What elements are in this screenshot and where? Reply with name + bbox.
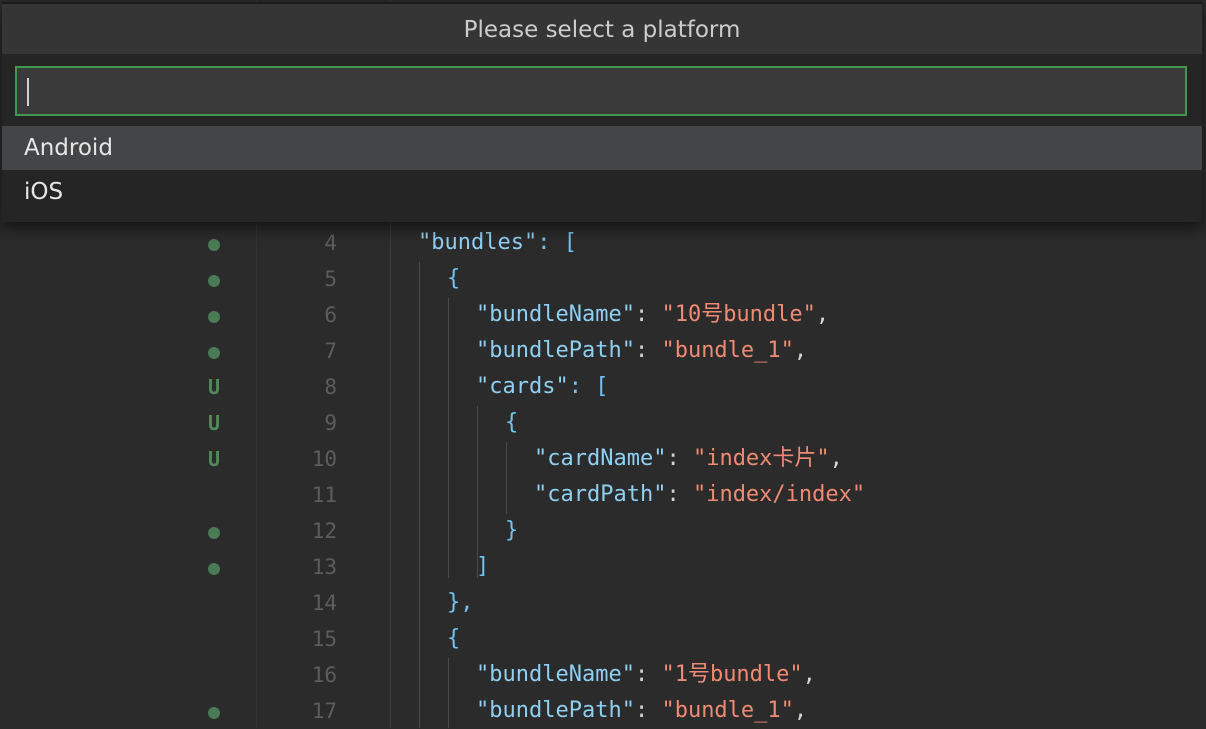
git-untracked-marker: U — [207, 375, 221, 399]
code-line[interactable]: 16 "bundleName": "1号bundle", — [0, 657, 1206, 693]
line-number: 7 — [324, 339, 337, 363]
quick-pick-title: Please select a platform — [2, 4, 1202, 54]
line-number: 8 — [324, 375, 337, 399]
git-modified-dot — [200, 261, 228, 297]
line-number: 10 — [311, 447, 337, 471]
code-text: "cardName": "index卡片", — [534, 446, 843, 471]
code-line[interactable]: U 10 "cardName": "index卡片", — [0, 441, 1206, 477]
text-cursor — [27, 78, 29, 106]
git-modified-dot — [200, 297, 228, 333]
git-untracked-marker: U — [207, 447, 221, 471]
line-number: 17 — [311, 699, 337, 723]
code-text: { — [447, 266, 461, 291]
code-line[interactable]: U 8 "cards": [ — [0, 369, 1206, 405]
code-line[interactable]: 4 "bundles": [ — [0, 225, 1206, 261]
code-line[interactable]: 5 { — [0, 261, 1206, 297]
git-modified-dot — [200, 513, 228, 549]
line-number: 12 — [311, 519, 337, 543]
platform-quick-pick[interactable]: Please select a platform Android iOS — [2, 2, 1202, 222]
code-text: "bundles": [ — [418, 230, 577, 255]
code-text: { — [447, 626, 461, 651]
option-ios[interactable]: iOS — [2, 170, 1202, 214]
code-line[interactable]: 12 } — [0, 513, 1206, 549]
git-modified-dot — [200, 693, 228, 729]
code-text: } — [505, 518, 519, 543]
code-line[interactable]: 6 "bundleName": "10号bundle", — [0, 297, 1206, 333]
code-line[interactable]: 11 "cardPath": "index/index" — [0, 477, 1206, 513]
code-line[interactable]: U 9 { — [0, 405, 1206, 441]
code-line[interactable]: 7 "bundlePath": "bundle_1", — [0, 333, 1206, 369]
line-number: 16 — [311, 663, 337, 687]
code-text: "cardPath": "index/index" — [534, 482, 866, 507]
code-text: "bundleName": "10号bundle", — [476, 302, 830, 327]
line-number: 5 — [324, 267, 337, 291]
git-modified-dot — [200, 333, 228, 369]
code-text: "bundleName": "1号bundle", — [476, 662, 816, 687]
git-untracked-marker: U — [207, 411, 221, 435]
option-android[interactable]: Android — [2, 126, 1202, 170]
code-line[interactable]: 14 }, — [0, 585, 1206, 621]
code-text: ] — [476, 554, 490, 579]
code-text: }, — [447, 590, 474, 615]
code-text: "cards": [ — [476, 374, 609, 399]
line-number: 11 — [311, 483, 337, 507]
line-number: 4 — [324, 231, 337, 255]
quick-pick-input[interactable] — [15, 66, 1187, 116]
line-number: 15 — [311, 627, 337, 651]
line-number: 9 — [324, 411, 337, 435]
code-text: { — [505, 410, 519, 435]
line-number: 13 — [311, 555, 337, 579]
code-line[interactable]: 17 "bundlePath": "bundle_1", — [0, 693, 1206, 729]
git-modified-dot — [200, 225, 228, 261]
code-text: "bundlePath": "bundle_1", — [476, 698, 808, 723]
code-line[interactable]: 15 { — [0, 621, 1206, 657]
code-text: "bundlePath": "bundle_1", — [476, 338, 808, 363]
line-number: 6 — [324, 303, 337, 327]
code-line[interactable]: 13 ] — [0, 549, 1206, 585]
git-modified-dot — [200, 549, 228, 585]
line-number: 14 — [311, 591, 337, 615]
